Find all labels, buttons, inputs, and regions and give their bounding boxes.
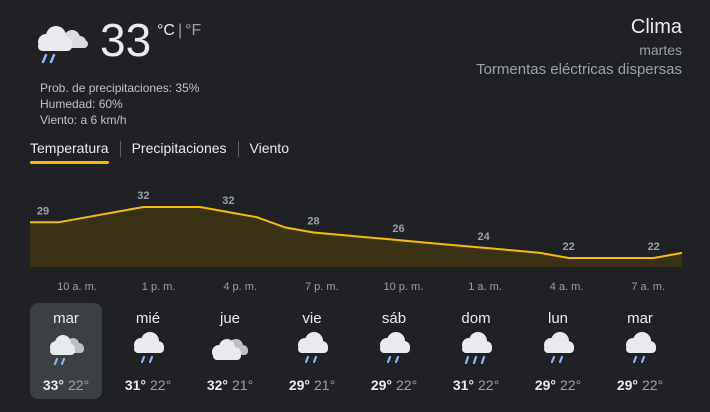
forecast-day-0[interactable]: mar 33° 22° bbox=[30, 303, 102, 399]
weather-title: Clima bbox=[630, 16, 682, 38]
temperature-value-label: 22 bbox=[562, 241, 574, 253]
thunderstorm-cloud-icon bbox=[32, 20, 90, 68]
current-condition: Tormentas eléctricas dispersas bbox=[476, 61, 682, 78]
metric-tabs: Temperatura Precipitaciones Viento bbox=[30, 140, 289, 168]
time-tick-label: 4 p. m. bbox=[223, 281, 257, 293]
forecast-temps: 29° 22° bbox=[604, 377, 676, 393]
rain-cloud-icon bbox=[128, 331, 168, 367]
fahrenheit-unit[interactable]: °F bbox=[185, 22, 201, 39]
forecast-high: 29° bbox=[534, 377, 556, 393]
weather-summary: Clima martes Tormentas eléctricas disper… bbox=[476, 14, 682, 80]
precipitation-probability: Prob. de precipitaciones: 35% bbox=[40, 81, 200, 95]
forecast-low: 22° bbox=[478, 377, 500, 393]
forecast-day-name: jue bbox=[219, 310, 241, 327]
rain-cloud-icon bbox=[374, 331, 414, 367]
forecast-low: 22° bbox=[68, 377, 90, 393]
forecast-day-5[interactable]: dom 31° 22° bbox=[440, 303, 512, 399]
forecast-day-name: mar bbox=[627, 310, 653, 327]
celsius-unit[interactable]: °C bbox=[157, 22, 175, 39]
daily-forecast: mar 33° 22° mié 31° 22° jue 32° 21° vie 29° 21° sáb 2… bbox=[30, 303, 690, 399]
forecast-low: 22° bbox=[396, 377, 418, 393]
temperature-chart[interactable]: 29 32 32 28 26 24 22 22 10 a. m. 1 p. m. 4 p. m. 7 … bbox=[0, 180, 710, 300]
time-tick-label: 10 a. m. bbox=[57, 281, 97, 293]
current-temperature: 33 bbox=[100, 14, 152, 66]
temperature-value-label: 24 bbox=[477, 231, 490, 243]
forecast-day-name: dom bbox=[461, 310, 491, 327]
time-tick-label: 1 p. m. bbox=[142, 281, 176, 293]
tab-divider bbox=[237, 141, 239, 157]
tab-temperatura[interactable]: Temperatura bbox=[30, 140, 109, 164]
forecast-high: 32° bbox=[206, 377, 228, 393]
weather-header: 33 °C | °F Prob. de precipitaciones: 35% H… bbox=[0, 0, 710, 140]
forecast-day-1[interactable]: mié 31° 22° bbox=[112, 303, 184, 399]
time-tick-label: 4 a. m. bbox=[550, 281, 584, 293]
forecast-day-4[interactable]: sáb 29° 22° bbox=[358, 303, 430, 399]
tab-divider bbox=[119, 141, 121, 157]
forecast-temps: 29° 22° bbox=[358, 377, 430, 393]
forecast-day-6[interactable]: lun 29° 22° bbox=[522, 303, 594, 399]
forecast-temps: 29° 22° bbox=[522, 377, 594, 393]
time-tick-label: 10 p. m. bbox=[384, 281, 424, 293]
forecast-temps: 33° 22° bbox=[30, 377, 102, 393]
temperature-value-label: 22 bbox=[648, 241, 660, 253]
forecast-high: 29° bbox=[370, 377, 392, 393]
current-day: martes bbox=[639, 42, 682, 58]
forecast-low: 22° bbox=[150, 377, 172, 393]
time-tick-label: 7 a. m. bbox=[631, 281, 665, 293]
temperature-value-label: 29 bbox=[37, 205, 49, 217]
forecast-day-name: vie bbox=[302, 310, 322, 327]
forecast-high: 29° bbox=[288, 377, 310, 393]
forecast-day-3[interactable]: vie 29° 21° bbox=[276, 303, 348, 399]
temperature-value-label: 32 bbox=[222, 195, 234, 207]
forecast-temps: 31° 22° bbox=[112, 377, 184, 393]
unit-separator: | bbox=[177, 22, 183, 39]
rain-cloud-icon bbox=[538, 331, 578, 367]
forecast-day-7[interactable]: mar 29° 22° bbox=[604, 303, 676, 399]
forecast-low: 22° bbox=[642, 377, 664, 393]
humidity: Humedad: 60% bbox=[40, 97, 123, 111]
forecast-day-name: mar bbox=[53, 310, 79, 327]
forecast-day-2[interactable]: jue 32° 21° bbox=[194, 303, 266, 399]
temperature-chart-svg: 29 32 32 28 26 24 22 22 10 a. m. 1 p. m. 4 p. m. 7 … bbox=[30, 190, 683, 293]
thunderstorm-cloud-icon bbox=[46, 331, 86, 367]
temperature-value-label: 26 bbox=[392, 223, 404, 235]
forecast-day-name: lun bbox=[547, 310, 569, 327]
forecast-low: 21° bbox=[232, 377, 254, 393]
forecast-day-name: mié bbox=[135, 310, 161, 327]
forecast-low: 22° bbox=[560, 377, 582, 393]
forecast-high: 33° bbox=[42, 377, 64, 393]
time-tick-label: 1 a. m. bbox=[468, 281, 502, 293]
tab-viento[interactable]: Viento bbox=[250, 140, 289, 164]
forecast-low: 21° bbox=[314, 377, 336, 393]
tab-precipitaciones[interactable]: Precipitaciones bbox=[132, 140, 227, 164]
forecast-temps: 29° 21° bbox=[276, 377, 348, 393]
forecast-temps: 32° 21° bbox=[194, 377, 266, 393]
heavy-rain-cloud-icon bbox=[456, 331, 496, 367]
forecast-day-name: sáb bbox=[381, 310, 407, 327]
partly-cloudy-icon bbox=[210, 331, 250, 367]
temperature-value-label: 32 bbox=[137, 190, 149, 202]
forecast-high: 29° bbox=[616, 377, 638, 393]
wind-speed: Viento: a 6 km/h bbox=[40, 113, 127, 127]
rain-cloud-icon bbox=[620, 331, 660, 367]
temperature-value-label: 28 bbox=[307, 216, 319, 228]
unit-toggle: °C | °F bbox=[157, 22, 201, 40]
forecast-high: 31° bbox=[452, 377, 474, 393]
time-tick-label: 7 p. m. bbox=[305, 281, 339, 293]
forecast-high: 31° bbox=[124, 377, 146, 393]
weather-details: Prob. de precipitaciones: 35% Humedad: 6… bbox=[40, 80, 199, 128]
forecast-temps: 31° 22° bbox=[440, 377, 512, 393]
rain-cloud-icon bbox=[292, 331, 332, 367]
